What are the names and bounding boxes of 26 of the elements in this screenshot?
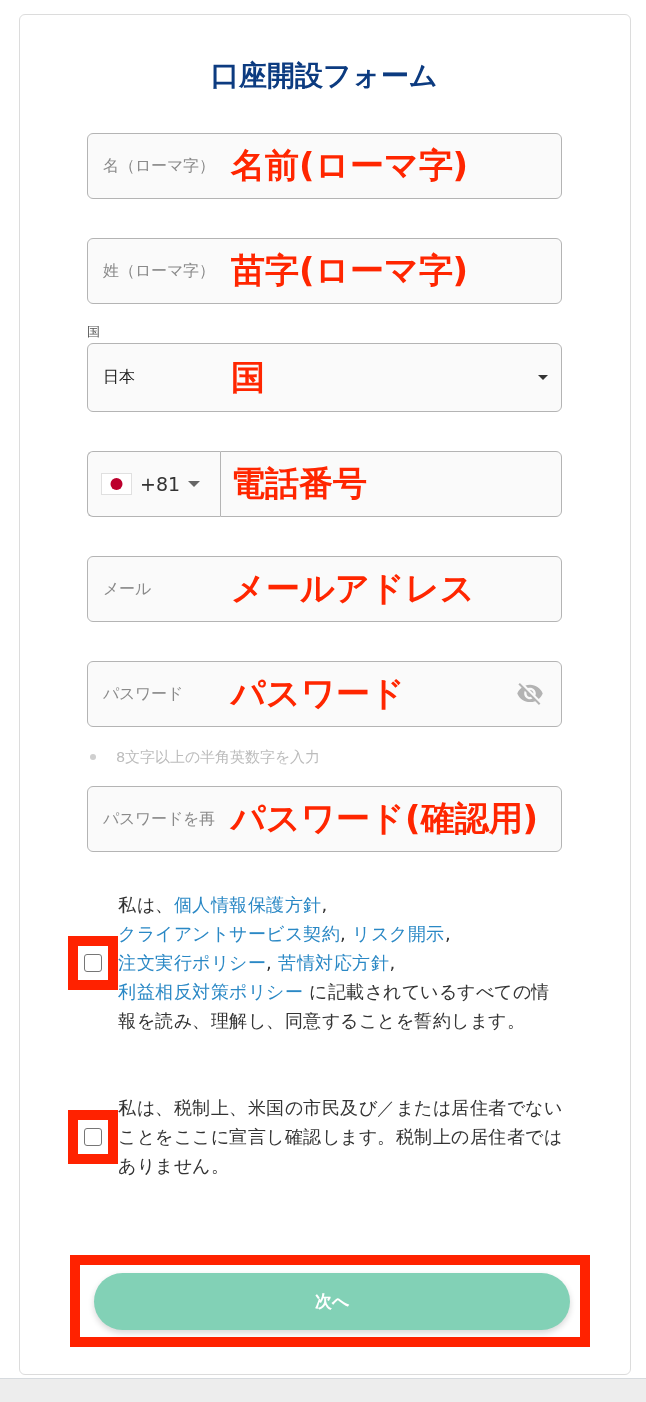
consent-text: 私は、個人情報保護方針, クライアントサービス契約, リスク開示, 注文実行ポリシー, 苦情対応方針, 利益相反対策ポリシー に記載されているすべての情報を読み、理解し、同意することを誓約します。 — [118, 893, 551, 1033]
annotation-label: パスワード(確認用) — [231, 799, 539, 839]
annotation-label: メールアドレス — [231, 569, 475, 609]
bullet-icon — [90, 754, 96, 760]
field-label: 国 — [87, 323, 100, 341]
form-title: 口座開設フォーム — [210, 58, 439, 94]
checkbox[interactable] — [84, 1127, 102, 1146]
country-code-button[interactable]: +81 — [87, 451, 220, 517]
annotation-label: 苗字(ローマ字) — [231, 251, 469, 291]
policy-link[interactable]: リスク開示 — [352, 923, 445, 944]
flag-icon — [101, 473, 132, 495]
policy-link[interactable]: 苦情対応方針 — [278, 952, 390, 973]
policy-link[interactable]: 注文実行ポリシー — [118, 952, 266, 973]
annotation-label: 名前(ローマ字) — [231, 146, 469, 186]
consent-text: 私は、税制上、米国の市民及び／または居住者でないことをここに宣言し確認します。税制上の居住者ではありません。 — [118, 1096, 562, 1178]
annotation-label: パスワード — [231, 674, 405, 714]
policy-link[interactable]: クライアントサービス契約 — [118, 923, 340, 944]
caret-icon — [188, 481, 201, 487]
policy-link[interactable]: 利益相反対策ポリシー — [118, 981, 303, 1002]
policy-link[interactable]: 個人情報保護方針 — [173, 894, 322, 915]
hint-text: 8文字以上の半角英数字を入力 — [116, 748, 321, 766]
checkbox[interactable] — [84, 953, 102, 972]
annotation-label: 国 — [231, 357, 265, 398]
caret-icon — [538, 375, 548, 380]
phone-number-field[interactable] — [220, 451, 562, 517]
annotation-label: 電話番号 — [231, 464, 367, 504]
